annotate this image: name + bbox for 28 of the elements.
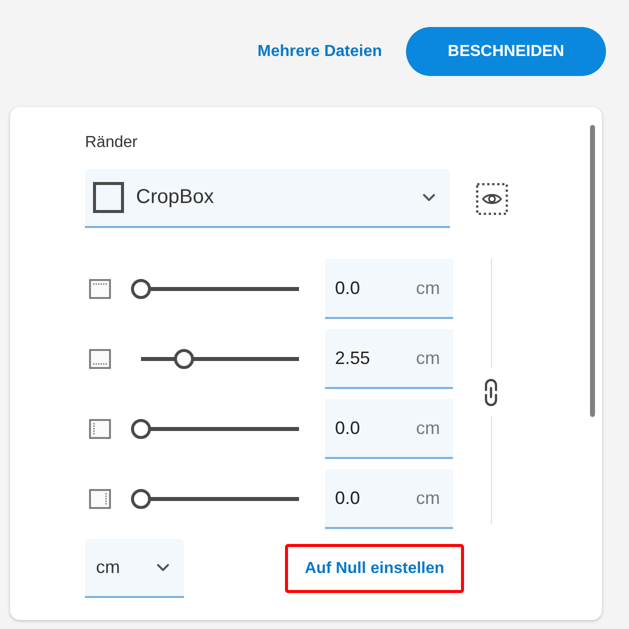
- margin-field[interactable]: 0.0 cm: [325, 259, 453, 319]
- multiple-files-link[interactable]: Mehrere Dateien: [258, 42, 382, 60]
- margin-field[interactable]: 2.55 cm: [325, 329, 453, 389]
- bottom-edge-icon: [89, 349, 111, 369]
- box-select[interactable]: CropBox: [85, 169, 450, 228]
- unit-label: cm: [416, 488, 440, 508]
- left-edge-icon: [89, 419, 111, 439]
- square-icon: [93, 182, 124, 213]
- margin-field[interactable]: 0.0 cm: [325, 399, 453, 459]
- reset-link[interactable]: Auf Null einstellen: [304, 560, 444, 578]
- top-edge-icon: [89, 279, 111, 299]
- slider-thumb[interactable]: [131, 489, 151, 509]
- margin-field[interactable]: 0.0 cm: [325, 469, 453, 529]
- unit-label: cm: [416, 278, 440, 298]
- unit-label: cm: [416, 418, 440, 438]
- chain-link-icon[interactable]: [483, 378, 499, 406]
- slider-thumb[interactable]: [131, 279, 151, 299]
- unit-label: cm: [416, 348, 440, 368]
- unit-select[interactable]: cm: [85, 539, 184, 598]
- slider-thumb[interactable]: [174, 349, 194, 369]
- chevron-down-icon: [156, 563, 170, 572]
- scrollbar-thumb[interactable]: [590, 125, 595, 417]
- right-edge-icon: [89, 489, 111, 509]
- section-label: Ränder: [85, 134, 138, 152]
- chevron-down-icon: [422, 193, 436, 202]
- eye-icon[interactable]: [476, 182, 508, 214]
- slider-thumb[interactable]: [131, 419, 151, 439]
- crop-button[interactable]: BESCHNEIDEN: [406, 27, 606, 76]
